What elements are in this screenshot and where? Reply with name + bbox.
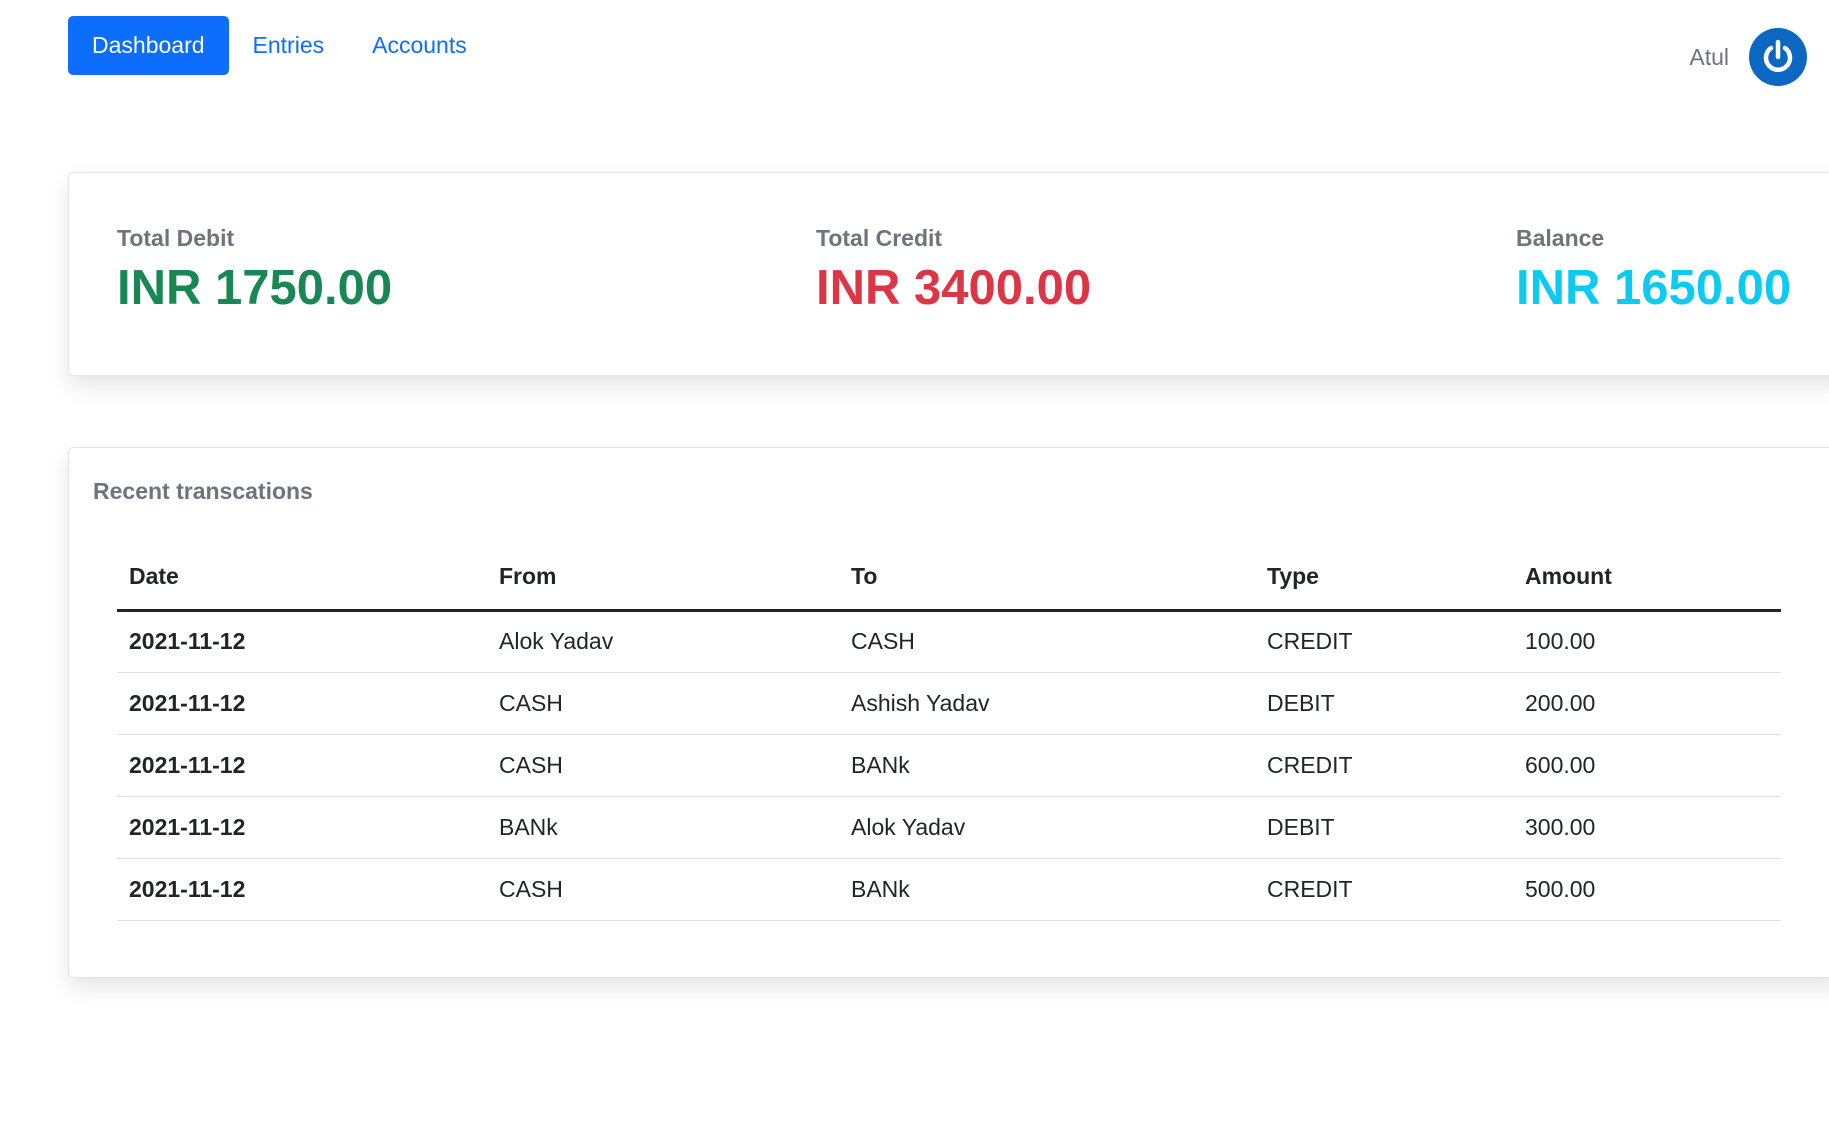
- cell-type: DEBIT: [1255, 796, 1513, 859]
- cell-date: 2021-11-12: [117, 610, 487, 673]
- cell-amount: 500.00: [1513, 858, 1781, 921]
- transactions-table: Date From To Type Amount 2021-11-12 Alok…: [117, 544, 1781, 921]
- cell-date: 2021-11-12: [117, 672, 487, 735]
- recent-transactions-card: Recent transcations Date From To Type Am…: [68, 447, 1829, 978]
- cell-amount: 300.00: [1513, 796, 1781, 859]
- cell-type: DEBIT: [1255, 672, 1513, 735]
- nav-item-accounts[interactable]: Accounts: [348, 16, 491, 75]
- table-row: 2021-11-12 CASH Ashish Yadav DEBIT 200.0…: [117, 672, 1781, 735]
- balance-stat: Balance INR 1650.00: [1516, 225, 1791, 317]
- cell-to: Ashish Yadav: [839, 672, 1255, 735]
- cell-amount: 100.00: [1513, 610, 1781, 673]
- total-credit-label: Total Credit: [816, 225, 943, 251]
- column-header-type: Type: [1255, 544, 1513, 612]
- table-row: 2021-11-12 Alok Yadav CASH CREDIT 100.00: [117, 610, 1781, 673]
- column-header-from: From: [487, 544, 839, 612]
- total-debit-label: Total Debit: [117, 225, 235, 251]
- cell-date: 2021-11-12: [117, 734, 487, 797]
- cell-amount: 200.00: [1513, 672, 1781, 735]
- user-name: Atul: [1689, 43, 1729, 70]
- balance-value: INR 1650.00: [1516, 260, 1792, 315]
- cell-amount: 600.00: [1513, 734, 1781, 797]
- logout-button[interactable]: [1749, 28, 1807, 86]
- table-row: 2021-11-12 CASH BANk CREDIT 500.00: [117, 858, 1781, 921]
- cell-type: CREDIT: [1255, 858, 1513, 921]
- cell-from: CASH: [487, 734, 839, 797]
- cell-from: Alok Yadav: [487, 610, 839, 673]
- cell-date: 2021-11-12: [117, 858, 487, 921]
- cell-type: CREDIT: [1255, 610, 1513, 673]
- column-header-date: Date: [117, 544, 487, 612]
- power-icon: [1763, 39, 1793, 72]
- total-credit-stat: Total Credit INR 3400.00: [816, 225, 1091, 317]
- cell-to: BANk: [839, 858, 1255, 921]
- user-area: Atul: [1689, 28, 1807, 86]
- table-row: 2021-11-12 BANk Alok Yadav DEBIT 300.00: [117, 796, 1781, 859]
- nav-item-entries[interactable]: Entries: [229, 16, 349, 75]
- dashboard-page: Dashboard Entries Accounts Atul Total De…: [0, 0, 1829, 1144]
- recent-transactions-title: Recent transcations: [93, 478, 313, 504]
- table-header-row: Date From To Type Amount: [117, 544, 1781, 612]
- cell-from: CASH: [487, 672, 839, 735]
- balance-label: Balance: [1516, 225, 1605, 251]
- column-header-amount: Amount: [1513, 544, 1781, 612]
- total-credit-value: INR 3400.00: [816, 260, 1092, 315]
- total-debit-value: INR 1750.00: [117, 260, 393, 315]
- cell-from: CASH: [487, 858, 839, 921]
- nav-item-dashboard[interactable]: Dashboard: [68, 16, 229, 75]
- total-debit-stat: Total Debit INR 1750.00: [117, 225, 392, 317]
- main-nav: Dashboard Entries Accounts: [68, 16, 491, 75]
- cell-to: CASH: [839, 610, 1255, 673]
- cell-to: Alok Yadav: [839, 796, 1255, 859]
- cell-from: BANk: [487, 796, 839, 859]
- cell-date: 2021-11-12: [117, 796, 487, 859]
- table-row: 2021-11-12 CASH BANk CREDIT 600.00: [117, 734, 1781, 797]
- summary-card: Total Debit INR 1750.00 Total Credit INR…: [68, 172, 1829, 376]
- cell-to: BANk: [839, 734, 1255, 797]
- cell-type: CREDIT: [1255, 734, 1513, 797]
- column-header-to: To: [839, 544, 1255, 612]
